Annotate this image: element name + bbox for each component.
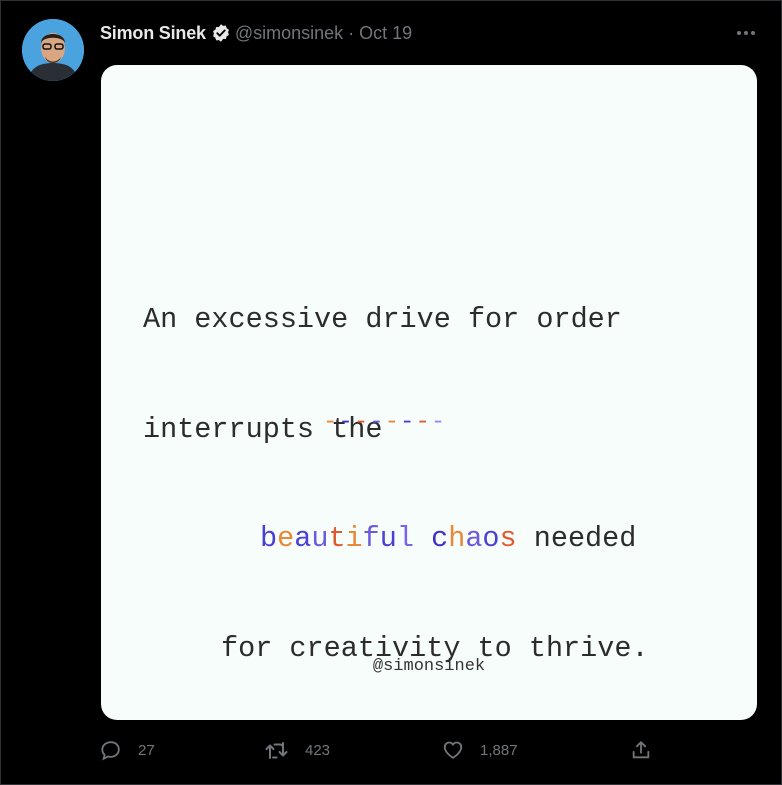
dash-char: - [415,409,431,436]
tweet-image[interactable]: An excessive drive for order interrupts … [101,65,757,720]
tweet-actions: 27 423 1,887 [100,739,660,761]
chaos-char: o [482,522,500,555]
tweet-date[interactable]: Oct 19 [359,23,412,44]
dash-char: - [353,409,370,436]
beautiful-char: b [260,522,278,555]
like-button[interactable]: 1,887 [442,739,518,761]
quote-line-3: beautiful chaos needed [101,521,757,558]
retweet-icon [265,742,288,759]
chaos-char: c [431,522,449,555]
chaos-char: a [465,522,483,555]
more-horizontal-icon[interactable] [734,22,758,44]
retweet-button[interactable]: 423 [265,739,330,761]
reply-icon [101,741,120,761]
beautiful-char: a [294,522,312,555]
dash-char: - [400,409,416,436]
beautiful-char: l [396,522,414,555]
share-icon [632,741,650,759]
reply-button[interactable]: 27 [100,739,155,761]
avatar-photo [22,19,84,81]
chaos-char: s [499,522,517,555]
beautiful-char: t [328,522,346,555]
chaos-char: h [448,522,466,555]
dash-char: - [323,409,339,436]
dash-char: - [430,409,447,436]
beautiful-char: u [311,522,329,555]
colored-word-beautiful: beautiful [260,522,414,555]
tweet-header: Simon Sinek @simonsinek · Oct 19 [100,22,412,44]
share-button[interactable] [630,739,652,761]
beautiful-char: f [362,522,380,555]
author-name[interactable]: Simon Sinek [100,23,206,44]
beautiful-char: i [345,522,363,555]
separator-dot: · [348,22,355,43]
dash-char: - [369,409,385,436]
heart-icon [443,741,463,759]
decorative-dashes: -------- [323,409,446,436]
quote-text: An excessive drive for order interrupts … [101,229,757,720]
retweet-count: 423 [305,741,331,759]
beautiful-char: u [379,522,397,555]
colored-word-chaos: chaos [431,522,517,555]
image-credit: @simonsinek [372,657,486,676]
reply-count: 27 [138,741,155,759]
dash-char: - [338,409,354,436]
verified-badge-icon [211,23,231,43]
word-needed: needed [533,522,637,555]
author-handle[interactable]: @simonsinek [235,23,343,44]
avatar[interactable] [22,19,84,81]
like-count: 1,887 [480,741,518,759]
quote-line-1: An excessive drive for order [143,303,622,336]
beautiful-char: e [277,522,295,555]
dash-char: - [384,409,401,436]
